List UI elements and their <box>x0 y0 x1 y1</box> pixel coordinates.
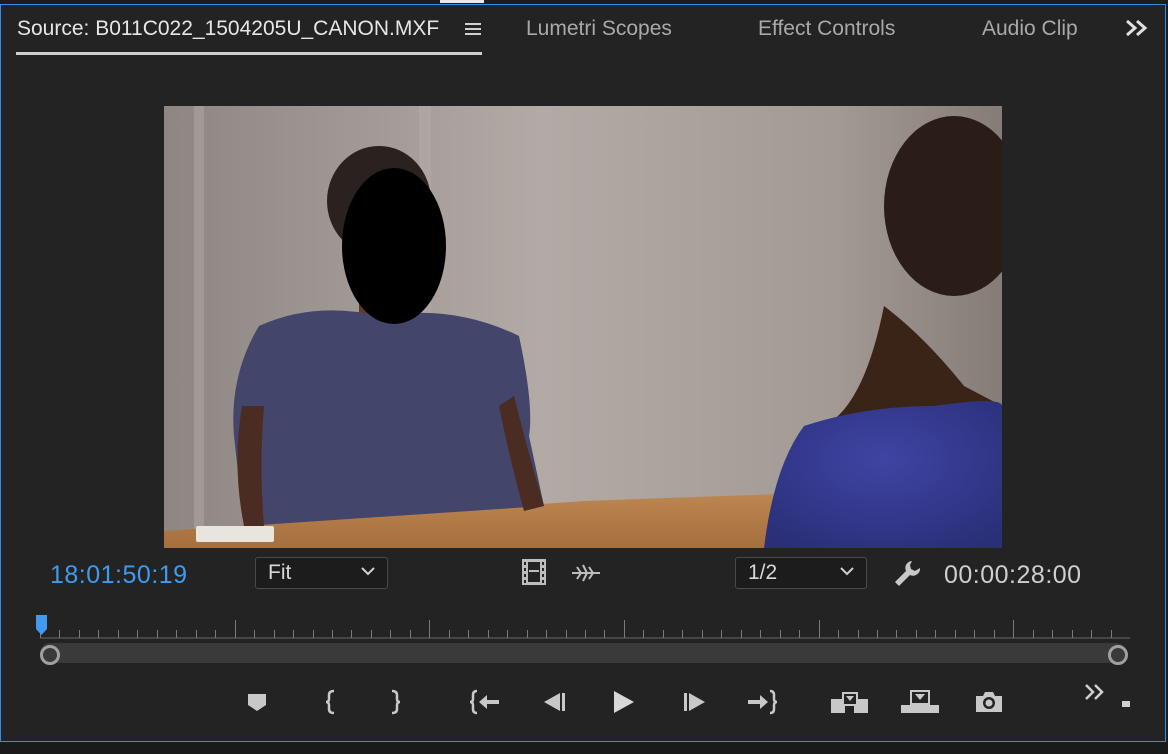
double-chevron-right-icon[interactable] <box>1124 17 1150 45</box>
chevron-down-icon <box>838 562 856 580</box>
panel-bottom-strip <box>0 743 1168 754</box>
active-tab-underline <box>16 52 482 55</box>
insert-icon <box>831 692 868 713</box>
current-timecode[interactable]: 18:01:50:19 <box>50 561 188 590</box>
zoom-handle-right[interactable] <box>1108 645 1128 665</box>
add-marker-button[interactable] <box>239 684 275 720</box>
tab-lumetri-scopes[interactable]: Lumetri Scopes <box>526 17 672 41</box>
zoom-level-value: Fit <box>268 561 292 584</box>
zoom-scroll-bar[interactable] <box>40 643 1126 663</box>
double-chevron-right-icon[interactable] <box>1083 682 1107 702</box>
hamburger-icon[interactable] <box>463 20 483 40</box>
duration-timecode: 00:00:28:00 <box>944 561 1082 589</box>
video-preview[interactable] <box>164 106 1002 548</box>
tab-source[interactable]: Source: B011C022_1504205U_CANON.MXF <box>17 17 439 41</box>
waveform-icon[interactable] <box>571 562 601 584</box>
camera-icon <box>976 692 1002 712</box>
time-ruler[interactable] <box>40 618 1130 640</box>
export-frame-button[interactable] <box>971 684 1007 720</box>
go-to-out-icon <box>748 689 778 715</box>
zoom-handle-left[interactable] <box>40 645 60 665</box>
go-to-in-icon <box>469 689 499 715</box>
mark-out-button[interactable] <box>377 684 413 720</box>
video-frame-image <box>164 106 1002 548</box>
mark-in-button[interactable] <box>313 684 349 720</box>
go-to-in-button[interactable] <box>467 684 503 720</box>
mark-out-icon <box>391 689 401 715</box>
wrench-icon[interactable] <box>892 558 922 588</box>
playhead[interactable] <box>36 615 47 635</box>
play-icon <box>614 691 634 713</box>
zoom-level-select[interactable]: Fit <box>255 557 388 589</box>
overwrite-icon <box>901 690 939 713</box>
insert-button[interactable] <box>829 684 871 720</box>
film-strip-icon[interactable] <box>521 558 547 586</box>
playback-resolution-select[interactable]: 1/2 <box>735 557 867 589</box>
mark-in-icon <box>325 689 335 715</box>
step-back-button[interactable] <box>536 684 572 720</box>
playback-resolution-value: 1/2 <box>748 561 778 584</box>
top-edge-marker <box>440 0 484 3</box>
step-forward-icon <box>684 693 705 711</box>
step-forward-button[interactable] <box>677 684 713 720</box>
overwrite-button[interactable] <box>899 684 941 720</box>
play-button[interactable] <box>605 684 641 720</box>
step-back-icon <box>544 693 565 711</box>
tab-audio-clip-mixer[interactable]: Audio Clip Mixer <box>982 17 1078 41</box>
tab-effect-controls[interactable]: Effect Controls <box>758 17 895 41</box>
go-to-out-button[interactable] <box>744 684 780 720</box>
resize-grip[interactable] <box>1122 701 1130 707</box>
chevron-down-icon <box>359 562 377 580</box>
marker-icon <box>248 694 266 711</box>
